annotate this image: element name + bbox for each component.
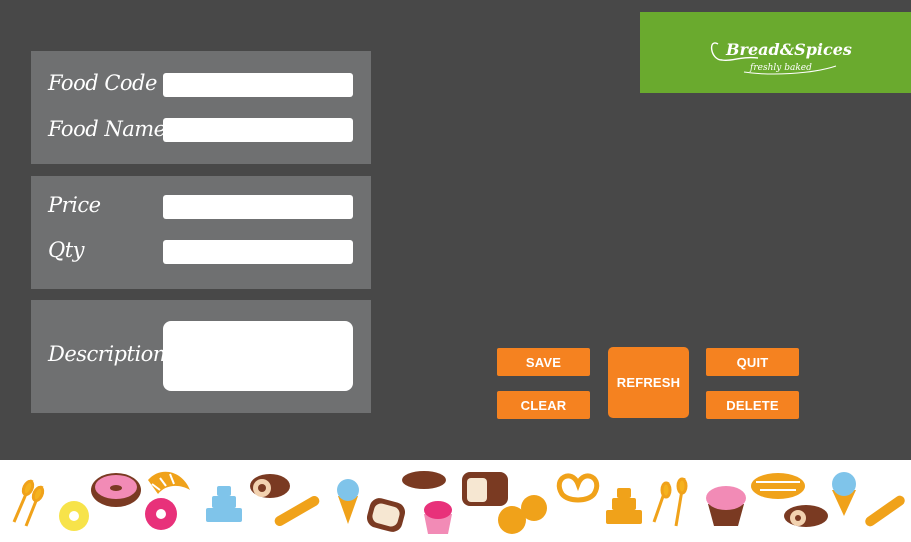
- baguette-icon: [274, 496, 320, 526]
- roll-cake-icon: [784, 505, 828, 527]
- app-window: Bread&Spices freshly baked Food Code Foo…: [0, 0, 911, 460]
- description-panel: Descriptions: [31, 300, 371, 413]
- food-code-label: Food Code: [48, 71, 157, 95]
- donut-icon: [145, 498, 177, 530]
- delete-button[interactable]: DELETE: [706, 391, 799, 419]
- clear-button[interactable]: CLEAR: [497, 391, 590, 419]
- bread-loaf-icon: [402, 471, 446, 489]
- donut-icon: [59, 501, 89, 531]
- bakery-footer-strip: [0, 460, 911, 542]
- descriptions-textarea[interactable]: [163, 321, 353, 391]
- ice-cream-icon: [832, 472, 856, 516]
- bread-slice-icon: [462, 472, 508, 506]
- food-info-panel: Food Code Food Name: [31, 51, 371, 164]
- roll-cake-icon: [250, 474, 290, 498]
- pie-icon: [751, 473, 805, 499]
- qty-input[interactable]: [163, 240, 353, 264]
- cupcake-icon: [424, 501, 452, 534]
- qty-label: Qty: [48, 238, 85, 262]
- baguette-icon: [865, 495, 905, 527]
- refresh-button[interactable]: REFRESH: [608, 347, 689, 418]
- cake-icon: [606, 488, 642, 524]
- pretzel-icon: [556, 473, 600, 503]
- croissant-icon: [148, 471, 190, 494]
- brand-logo-mark: Bread&Spices freshly baked: [711, 40, 852, 75]
- brand-tagline: freshly baked: [749, 63, 812, 73]
- brand-logo: Bread&Spices freshly baked: [640, 12, 911, 93]
- muffin-icon: [706, 486, 746, 526]
- toast-icon: [366, 498, 406, 532]
- wheat-icon: [652, 477, 688, 527]
- cake-icon: [206, 486, 242, 522]
- wheat-icon: [12, 479, 45, 527]
- save-button[interactable]: SAVE: [497, 348, 590, 376]
- brand-name: Bread&Spices: [725, 40, 852, 59]
- pricing-panel: Price Qty: [31, 176, 371, 289]
- price-input[interactable]: [163, 195, 353, 219]
- food-name-input[interactable]: [163, 118, 353, 142]
- quit-button[interactable]: QUIT: [706, 348, 799, 376]
- descriptions-label: Descriptions: [48, 342, 177, 366]
- food-code-input[interactable]: [163, 73, 353, 97]
- ice-cream-icon: [337, 479, 359, 524]
- price-label: Price: [48, 193, 101, 217]
- food-name-label: Food Name: [48, 117, 166, 141]
- donut-icon: [91, 473, 141, 507]
